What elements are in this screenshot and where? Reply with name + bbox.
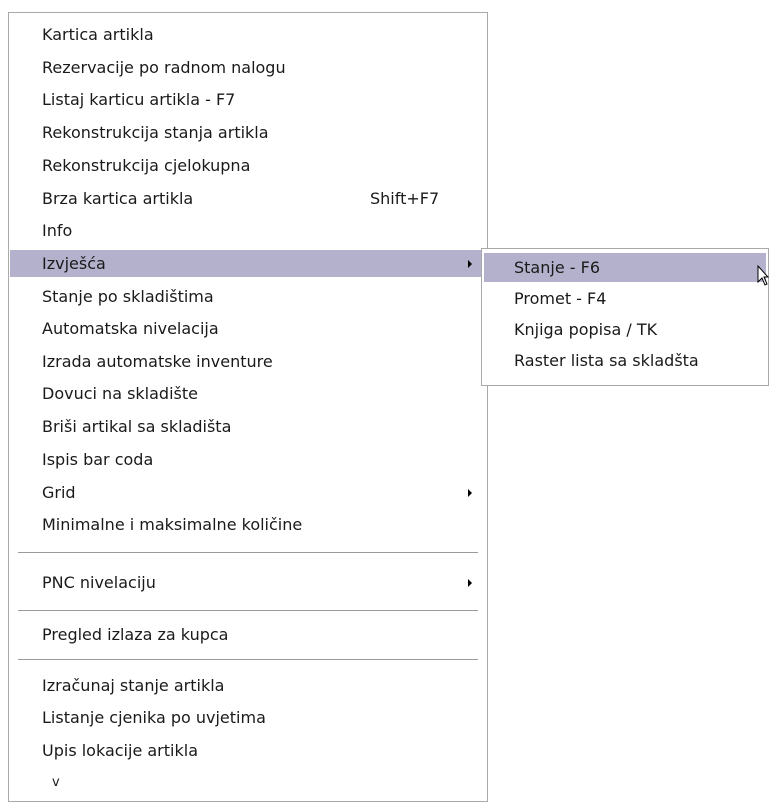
- menu-item-brisi-artikal[interactable]: Briši artikal sa skladišta: [10, 413, 486, 440]
- menu-item-listaj-karticu[interactable]: Listaj karticu artikla - F7: [10, 86, 486, 113]
- menu-separator: [18, 552, 478, 553]
- submenu-item-raster-lista[interactable]: Raster lista sa skladšta: [484, 346, 766, 375]
- menu-item-stanje-po-skladistima[interactable]: Stanje po skladištima: [10, 283, 486, 310]
- submenu-item-promet[interactable]: Promet - F4: [484, 284, 766, 313]
- menu-item-label: Izračunaj stanje artikla: [42, 676, 225, 695]
- menu-separator: [18, 610, 478, 611]
- submenu-item-label: Stanje - F6: [514, 258, 600, 277]
- menu-item-label: Minimalne i maksimalne količine: [42, 515, 303, 534]
- triangle-right-icon: [468, 489, 472, 497]
- menu-scroll-down-indicator[interactable]: v: [10, 769, 486, 796]
- menu-separator: [18, 659, 478, 660]
- menu-item-label: Rekonstrukcija stanja artikla: [42, 123, 269, 142]
- menu-item-rezervacije[interactable]: Rezervacije po radnom nalogu: [10, 54, 486, 81]
- menu-item-rekonstrukcija-cjelokupna[interactable]: Rekonstrukcija cjelokupna: [10, 152, 486, 179]
- menu-item-upis-lokacije[interactable]: Upis lokacije artikla: [10, 737, 486, 764]
- menu-item-label: Izvješća: [42, 254, 106, 273]
- menu-item-dovuci-na-skladiste[interactable]: Dovuci na skladište: [10, 380, 486, 407]
- triangle-right-icon: [468, 579, 472, 587]
- submenu-item-knjiga-popisa[interactable]: Knjiga popisa / TK: [484, 315, 766, 344]
- menu-item-izvjesca[interactable]: Izvješća: [10, 250, 486, 277]
- menu-item-label: Stanje po skladištima: [42, 287, 214, 306]
- menu-item-label: Kartica artikla: [42, 25, 154, 44]
- menu-item-brza-kartica[interactable]: Brza kartica artikla Shift+F7: [10, 185, 486, 212]
- menu-item-izrada-inventure[interactable]: Izrada automatske inventure: [10, 348, 486, 375]
- menu-item-label: Listanje cjenika po uvjetima: [42, 708, 266, 727]
- menu-item-pnc-nivelaciju[interactable]: PNC nivelaciju: [10, 569, 486, 596]
- menu-item-automatska-nivelacija[interactable]: Automatska nivelacija: [10, 315, 486, 342]
- menu-item-rekonstrukcija-stanja[interactable]: Rekonstrukcija stanja artikla: [10, 119, 486, 146]
- menu-item-izracunaj-stanje[interactable]: Izračunaj stanje artikla: [10, 672, 486, 699]
- menu-item-grid[interactable]: Grid: [10, 479, 486, 506]
- menu-item-label: Ispis bar coda: [42, 450, 154, 469]
- shortcut-label: Shift+F7: [370, 189, 440, 208]
- menu-item-label: Pregled izlaza za kupca: [42, 625, 229, 644]
- menu-item-label: Dovuci na skladište: [42, 384, 198, 403]
- chevron-down-icon: v: [52, 775, 60, 790]
- submenu-item-label: Promet - F4: [514, 289, 607, 308]
- menu-item-pregled-izlaza[interactable]: Pregled izlaza za kupca: [10, 621, 486, 648]
- submenu-item-label: Knjiga popisa / TK: [514, 320, 658, 339]
- context-menu: Kartica artikla Rezervacije po radnom na…: [8, 12, 488, 802]
- menu-item-label: Upis lokacije artikla: [42, 741, 198, 760]
- menu-item-label: Rezervacije po radnom nalogu: [42, 58, 286, 77]
- menu-item-label: Briši artikal sa skladišta: [42, 417, 232, 436]
- menu-item-listanje-cjenika[interactable]: Listanje cjenika po uvjetima: [10, 704, 486, 731]
- menu-item-label: Rekonstrukcija cjelokupna: [42, 156, 251, 175]
- menu-item-label: Grid: [42, 483, 76, 502]
- menu-item-label: PNC nivelaciju: [42, 573, 156, 592]
- submenu-item-label: Raster lista sa skladšta: [514, 351, 699, 370]
- menu-item-label: Info: [42, 221, 73, 240]
- menu-item-label: Brza kartica artikla: [42, 189, 194, 208]
- menu-item-ispis-bar-coda[interactable]: Ispis bar coda: [10, 446, 486, 473]
- menu-item-label: Listaj karticu artikla - F7: [42, 90, 236, 109]
- menu-item-label: Izrada automatske inventure: [42, 352, 273, 371]
- menu-item-info[interactable]: Info: [10, 217, 486, 244]
- submenu-item-stanje[interactable]: Stanje - F6: [484, 253, 766, 282]
- menu-item-kartica-artikla[interactable]: Kartica artikla: [10, 21, 486, 48]
- menu-item-label: Automatska nivelacija: [42, 319, 219, 338]
- triangle-right-icon: [468, 260, 472, 268]
- menu-item-min-max-kolicine[interactable]: Minimalne i maksimalne količine: [10, 511, 486, 538]
- submenu-izvjesca: Stanje - F6 Promet - F4 Knjiga popisa / …: [481, 248, 769, 386]
- mouse-pointer-icon: [757, 265, 769, 286]
